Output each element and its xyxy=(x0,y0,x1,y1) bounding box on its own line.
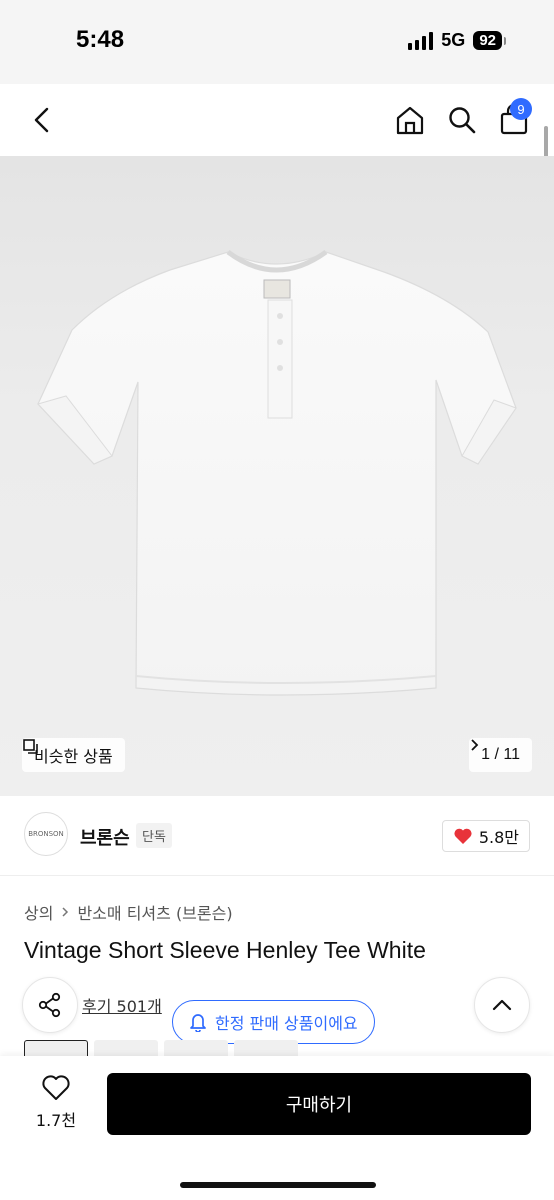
brand-logo[interactable]: BRONSON xyxy=(24,812,68,856)
signal-icon xyxy=(408,31,434,50)
share-icon xyxy=(38,992,61,1018)
review-link[interactable]: 후기 501개 xyxy=(82,993,162,1017)
top-nav: 9 xyxy=(0,84,554,156)
thumbnail[interactable] xyxy=(234,1040,298,1056)
color-thumbnails xyxy=(24,1040,298,1056)
breadcrumb-item[interactable]: 상의 xyxy=(24,900,53,924)
search-icon xyxy=(449,107,476,134)
product-gallery[interactable]: 비슷한 상품 1 / 11 xyxy=(0,156,554,796)
buy-button[interactable]: 구매하기 xyxy=(107,1073,531,1135)
thumbnail[interactable] xyxy=(24,1040,88,1056)
battery-icon xyxy=(504,36,506,45)
exclusive-badge: 단독 xyxy=(136,823,172,848)
brand-name[interactable]: 브론슨 xyxy=(80,824,130,850)
home-icon xyxy=(396,106,424,135)
cart-count-badge: 9 xyxy=(510,98,532,120)
brand-like-button[interactable]: 5.8만 xyxy=(441,820,530,852)
thumbnail[interactable] xyxy=(164,1040,228,1056)
bell-icon xyxy=(190,1014,206,1032)
network-type: 5G xyxy=(441,30,466,50)
wishlist-button[interactable]: 1.7천 xyxy=(26,1074,86,1131)
chevron-right-icon xyxy=(471,739,479,751)
product-image xyxy=(37,249,517,696)
bottom-action-bar: 1.7천 구매하기 xyxy=(0,1056,554,1200)
breadcrumb-item[interactable]: 반소매 티셔츠 (브론슨) xyxy=(77,900,232,924)
status-time: 5:48 xyxy=(76,26,125,53)
brand-row: BRONSON 브론슨 단독 5.8만 xyxy=(0,796,554,876)
chevron-right-icon xyxy=(62,907,69,917)
wishlist-count: 1.7천 xyxy=(35,1111,77,1130)
gallery-pager[interactable]: 1 / 11 xyxy=(469,738,532,772)
heart-icon xyxy=(42,1075,70,1100)
search-button[interactable] xyxy=(442,100,482,140)
pager-text: 1 / 11 xyxy=(481,746,520,763)
heart-icon xyxy=(454,828,472,844)
back-button[interactable] xyxy=(24,102,60,138)
similar-icon xyxy=(23,739,38,754)
battery-level: 92 xyxy=(473,31,502,50)
share-button[interactable] xyxy=(22,977,78,1033)
cart-button[interactable]: 9 xyxy=(494,98,534,140)
status-indicators: 5G 92 xyxy=(408,30,506,51)
limited-sale-notice[interactable]: 한정 판매 상품이에요 xyxy=(172,1000,375,1044)
home-indicator xyxy=(180,1182,376,1188)
similar-products-label: 비슷한 상품 xyxy=(34,747,113,766)
status-bar: 5:48 5G 92 xyxy=(0,0,554,84)
similar-products-button[interactable]: 비슷한 상품 xyxy=(22,738,125,772)
back-icon xyxy=(34,107,49,133)
chevron-up-icon xyxy=(492,999,512,1011)
thumbnail[interactable] xyxy=(94,1040,158,1056)
product-title: Vintage Short Sleeve Henley Tee White xyxy=(24,937,426,963)
brand-like-count: 5.8만 xyxy=(478,828,519,847)
breadcrumb: 상의 반소매 티셔츠 (브론슨) xyxy=(24,900,233,924)
scroll-top-button[interactable] xyxy=(474,977,530,1033)
home-button[interactable] xyxy=(390,100,430,140)
limited-sale-text: 한정 판매 상품이에요 xyxy=(215,1014,358,1033)
